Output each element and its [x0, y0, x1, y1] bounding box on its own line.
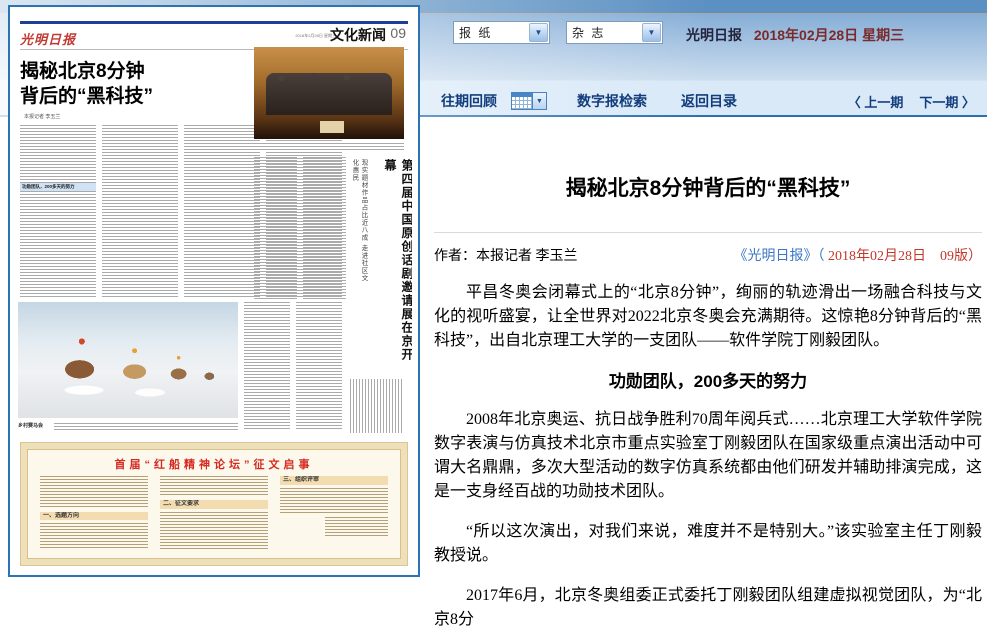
- text-column: 功勋团队，200多天的努力: [20, 125, 96, 299]
- notice-section-3: 三、组织评审: [280, 476, 388, 485]
- toolbar: 往期回顾 ▼ 数字报检索 返回目录 〈 上一期 下一期 〉: [441, 89, 975, 113]
- text-column: [244, 302, 290, 430]
- notice-inner: 首届“红船精神论坛”征文启事 一、选题方向 二、征文要求 三、组织评审: [27, 449, 401, 559]
- chevron-down-icon: ▼: [529, 23, 548, 42]
- notice-text: [160, 476, 268, 497]
- notice-column-1: 一、选题方向: [40, 476, 148, 550]
- notice-text: [40, 476, 148, 509]
- newspaper-page: 光明日报 2018年2月28日 星期三 文化新闻 09 揭秘北京8分钟 背后的“…: [16, 13, 412, 569]
- article-source: 《光明日报》（ 2018年02月28日 09版）: [734, 245, 983, 265]
- vertical-subhead: 现实题材作品占比近八成 走进社区文化惠民: [350, 159, 368, 289]
- epaper-page: { "chrome": { "paper_select": "报 纸", "ma…: [0, 0, 987, 594]
- paragraph-2: 2008年北京奥运、抗日战争胜利70周年阅兵式……北京理工大学软件学院数字表演与…: [434, 408, 982, 504]
- source-name-link[interactable]: 《光明日报》（: [734, 249, 825, 264]
- calendar-icon: [511, 92, 533, 110]
- page-number: 09: [390, 25, 406, 41]
- section-name: 文化新闻: [330, 25, 386, 45]
- next-issue-link[interactable]: 下一期 〉: [919, 92, 975, 111]
- issue-label: 光明日报 2018年02月28日 星期三: [686, 25, 904, 45]
- article-title: 揭秘北京8分钟背后的“黑科技”: [434, 172, 982, 202]
- notice-text: [160, 512, 268, 550]
- digital-search-link[interactable]: 数字报检索: [577, 91, 647, 111]
- article-subhead: 功勋团队，200多天的努力: [434, 367, 982, 392]
- paper-select[interactable]: 报 纸 ▼: [453, 21, 550, 44]
- horse-race-photo: [18, 302, 238, 418]
- notice-text: [280, 488, 388, 514]
- divider: [434, 232, 982, 233]
- masthead-text: 光明日报: [686, 27, 742, 43]
- column-subhead: 功勋团队，200多天的努力: [20, 183, 96, 191]
- calendar-dropdown-icon: ▼: [533, 92, 547, 110]
- newspaper-page-thumbnail[interactable]: 光明日报 2018年2月28日 星期三 文化新闻 09 揭秘北京8分钟 背后的“…: [8, 5, 420, 577]
- notice-text: [40, 523, 148, 550]
- issue-date: 2018年02月28日 星期三: [754, 27, 904, 43]
- magazine-select[interactable]: 杂 志 ▼: [566, 21, 663, 44]
- horse-photo-caption: 乡村赛马会: [18, 422, 238, 432]
- paragraph-4: 2017年6月，北京冬奥组委正式委托丁刚毅团队组建虚拟视觉团队，为“北京8分: [434, 584, 982, 632]
- stage-photo-caption: [254, 143, 404, 150]
- paragraph-3: “所以这次演出，对我们来说，难度并不是特别大。”该实验室主任丁刚毅教授说。: [434, 520, 982, 568]
- text-column: [102, 125, 178, 299]
- paragraph-1: 平昌冬奥会闭幕式上的“北京8分钟”，绚丽的轨迹滑出一场融合科技与文化的视听盛宴，…: [434, 281, 982, 353]
- notice-title: 首届“红船精神论坛”征文启事: [28, 456, 400, 472]
- newspaper-masthead-logo: 光明日报: [20, 29, 76, 48]
- magazine-select-value: 杂 志: [567, 24, 641, 41]
- notice-columns: 一、选题方向 二、征文要求 三、组织评审: [40, 476, 388, 550]
- stage-photo: [254, 47, 404, 139]
- notice-column-2: 二、征文要求: [160, 476, 268, 550]
- paper-byline: 本报记者 李玉兰: [24, 113, 60, 120]
- past-issues-link[interactable]: 往期回顾: [441, 91, 497, 111]
- calendar-picker[interactable]: ▼: [511, 92, 547, 110]
- text-column: [303, 157, 346, 299]
- vertical-headline: 第四届中国原创话剧邀请展在京开幕: [382, 159, 412, 373]
- notice-box: 首届“红船精神论坛”征文启事 一、选题方向 二、征文要求 三、组织评审: [20, 442, 408, 566]
- back-to-toc-link[interactable]: 返回目录: [681, 91, 737, 111]
- notice-section-2: 二、征文要求: [160, 500, 268, 509]
- masthead-rule: [20, 21, 408, 24]
- article-byline: 作者：本报记者 李玉兰: [434, 245, 578, 265]
- notice-column-3: 三、组织评审: [280, 476, 388, 550]
- text-column: [184, 125, 260, 299]
- notice-signature: [325, 517, 388, 537]
- mid-text-columns: [244, 302, 342, 430]
- stage-actors-silhouette: [266, 73, 392, 115]
- byline-row: 作者：本报记者 李玉兰 《光明日报》（ 2018年02月28日 09版）: [434, 245, 982, 265]
- paper-headline-line2: 背后的“黑科技”: [20, 86, 153, 107]
- vertical-body-text: [350, 379, 404, 433]
- source-close-paren: ）: [968, 249, 982, 264]
- chevron-down-icon: ▼: [642, 23, 661, 42]
- text-column: [254, 157, 297, 299]
- paper-headline-line1: 揭秘北京8分钟: [20, 61, 145, 82]
- vertical-subhead-line1: 现实题材作品占比近八成: [360, 159, 367, 242]
- notice-section-1: 一、选题方向: [40, 512, 148, 521]
- paper-select-value: 报 纸: [454, 24, 528, 41]
- prev-issue-link[interactable]: 〈 上一期: [848, 92, 904, 111]
- paper-headline: 揭秘北京8分钟 背后的“黑科技”: [20, 59, 240, 109]
- stage-table: [320, 121, 344, 134]
- side-text-columns: [254, 157, 346, 299]
- horse-riders-graphic: [18, 302, 238, 418]
- article: 揭秘北京8分钟背后的“黑科技” 作者：本报记者 李玉兰 《光明日报》（ 2018…: [434, 128, 982, 632]
- text-column: [296, 302, 342, 430]
- source-issue-date: 2018年02月28日 09版: [825, 249, 969, 264]
- horse-caption-text: [54, 423, 238, 431]
- horse-caption-lead: 乡村赛马会: [18, 423, 43, 429]
